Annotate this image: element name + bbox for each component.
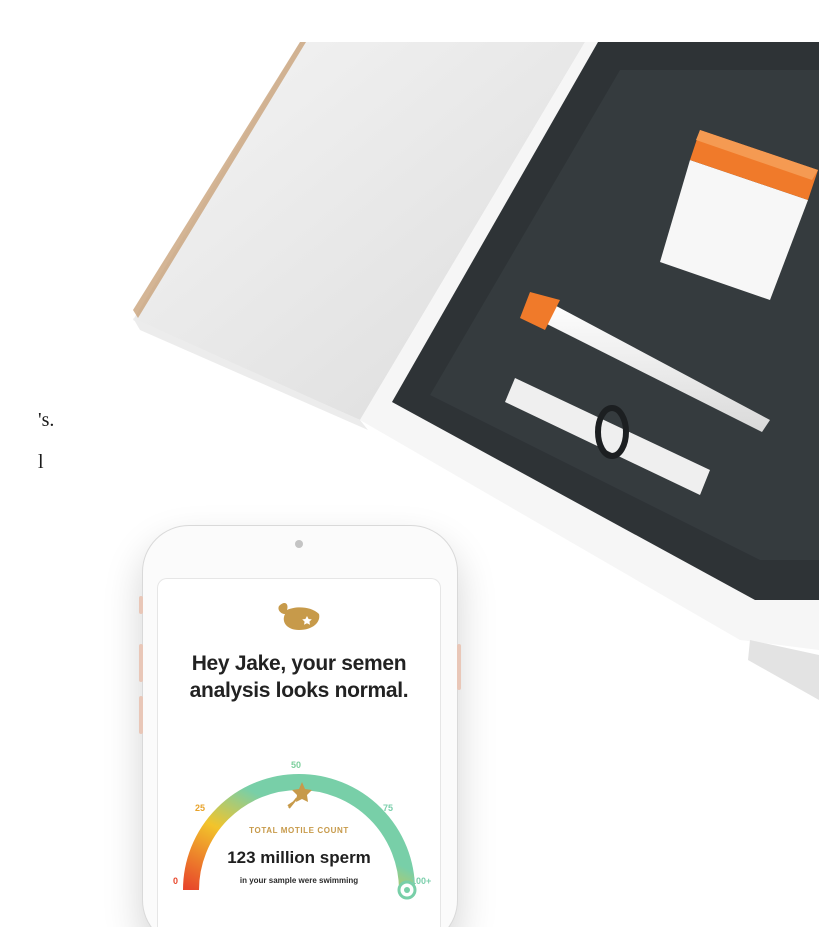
phone-side-button [139,596,143,614]
phone-camera [295,540,303,548]
metric-value: 123 million sperm [227,848,371,867]
phone-power-button [457,644,461,690]
metric-label: TOTAL MOTILE COUNT [249,826,349,835]
gauge-tick-75: 75 [383,803,394,813]
cutoff-text-line-2: l [38,451,44,473]
left-whitespace [0,0,40,927]
phone-mockup: Hey Jake, your semen analysis looks norm… [139,526,461,927]
whale-logo-icon [278,603,320,630]
phone-screen: Hey Jake, your semen analysis looks norm… [157,578,441,927]
metric-subtext: in your sample were swimming [239,876,359,885]
cutoff-text-line-1: 's. [38,409,55,431]
gauge-tick-25: 25 [195,803,206,813]
top-whitespace [0,0,819,42]
gauge-arc [183,774,417,900]
phone-volume-down-button [139,696,143,734]
phone-volume-up-button [139,644,143,682]
gauge-tick-100: 100+ [411,876,432,886]
page: 's. l Hey Jake, your semen analysis look… [0,0,819,927]
shooting-star-icon [287,782,312,809]
gauge-tick-0: 0 [173,876,179,886]
motility-gauge: 0 25 50 75 100+ TOTAL MOTILE COUNT 123 m… [157,718,441,927]
box-right-flap [748,640,819,700]
result-headline: Hey Jake, your semen analysis looks norm… [189,652,409,702]
gauge-tick-50: 50 [291,760,302,770]
